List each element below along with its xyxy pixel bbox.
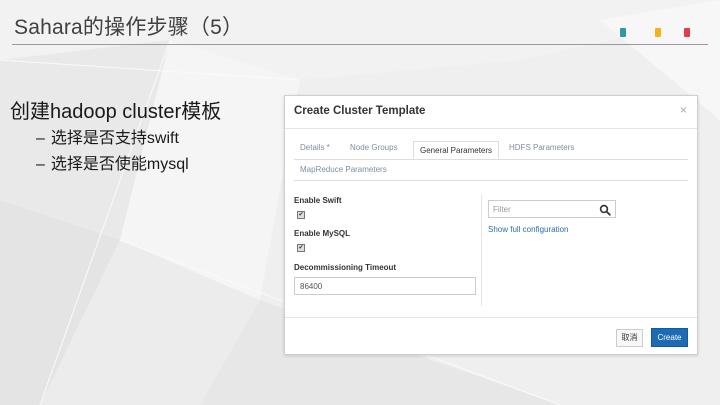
bullet-sub-mysql: – 选择是否使能mysql (36, 152, 221, 178)
tab-hdfs-parameters[interactable]: HDFS Parameters (503, 139, 580, 157)
accent-dot-yellow (655, 28, 661, 37)
bullet-sub-text: 选择是否支持swift (50, 130, 179, 147)
enable-mysql-label: Enable MySQL (294, 229, 351, 238)
cancel-button[interactable]: 取消 (616, 329, 643, 347)
title-underline (12, 44, 708, 45)
search-icon[interactable] (599, 204, 611, 216)
create-cluster-template-dialog: Create Cluster Template × Details * Node… (284, 95, 698, 355)
bullet-dash: – (36, 156, 45, 173)
bullet-dash: – (36, 130, 45, 147)
dialog-footer-divider (285, 317, 697, 318)
tab-node-groups[interactable]: Node Groups (344, 139, 404, 157)
tab-mapreduce-parameters[interactable]: MapReduce Parameters (294, 161, 393, 179)
decommissioning-timeout-input[interactable]: 86400 (294, 277, 476, 295)
dialog-header: Create Cluster Template × (285, 96, 697, 129)
enable-swift-label: Enable Swift (294, 196, 342, 205)
tab-details[interactable]: Details * (294, 139, 336, 157)
form-column-divider (481, 194, 482, 306)
dialog-title: Create Cluster Template (294, 105, 426, 117)
bullet-sub-text: 选择是否使能mysql (50, 156, 189, 173)
filter-box[interactable] (488, 200, 616, 218)
enable-swift-checkbox[interactable]: ✔ (297, 211, 305, 219)
close-icon[interactable]: × (680, 103, 687, 117)
enable-mysql-checkbox[interactable]: ✔ (297, 244, 305, 252)
create-button[interactable]: Create (651, 328, 688, 347)
bullet-list: 创建hadoop cluster模板 – 选择是否支持swift – 选择是否使能m… (10, 98, 221, 178)
accent-dot-teal (620, 28, 626, 37)
bullet-main: 创建hadoop cluster模板 (10, 101, 222, 123)
tab-bar: Details * Node Groups General Parameters… (294, 137, 690, 179)
bullet-sub-swift: – 选择是否支持swift (36, 126, 221, 152)
show-full-configuration-link[interactable]: Show full configuration (488, 225, 569, 234)
tab-divider (294, 180, 688, 181)
accent-dot-red (684, 28, 690, 37)
filter-input[interactable] (489, 201, 605, 217)
tab-general-parameters[interactable]: General Parameters (413, 141, 500, 159)
slide-title: Sahara的操作步骤（5） (14, 16, 244, 39)
accent-dots (620, 28, 700, 38)
decommissioning-timeout-label: Decommissioning Timeout (294, 263, 397, 272)
tab-divider (294, 159, 688, 160)
